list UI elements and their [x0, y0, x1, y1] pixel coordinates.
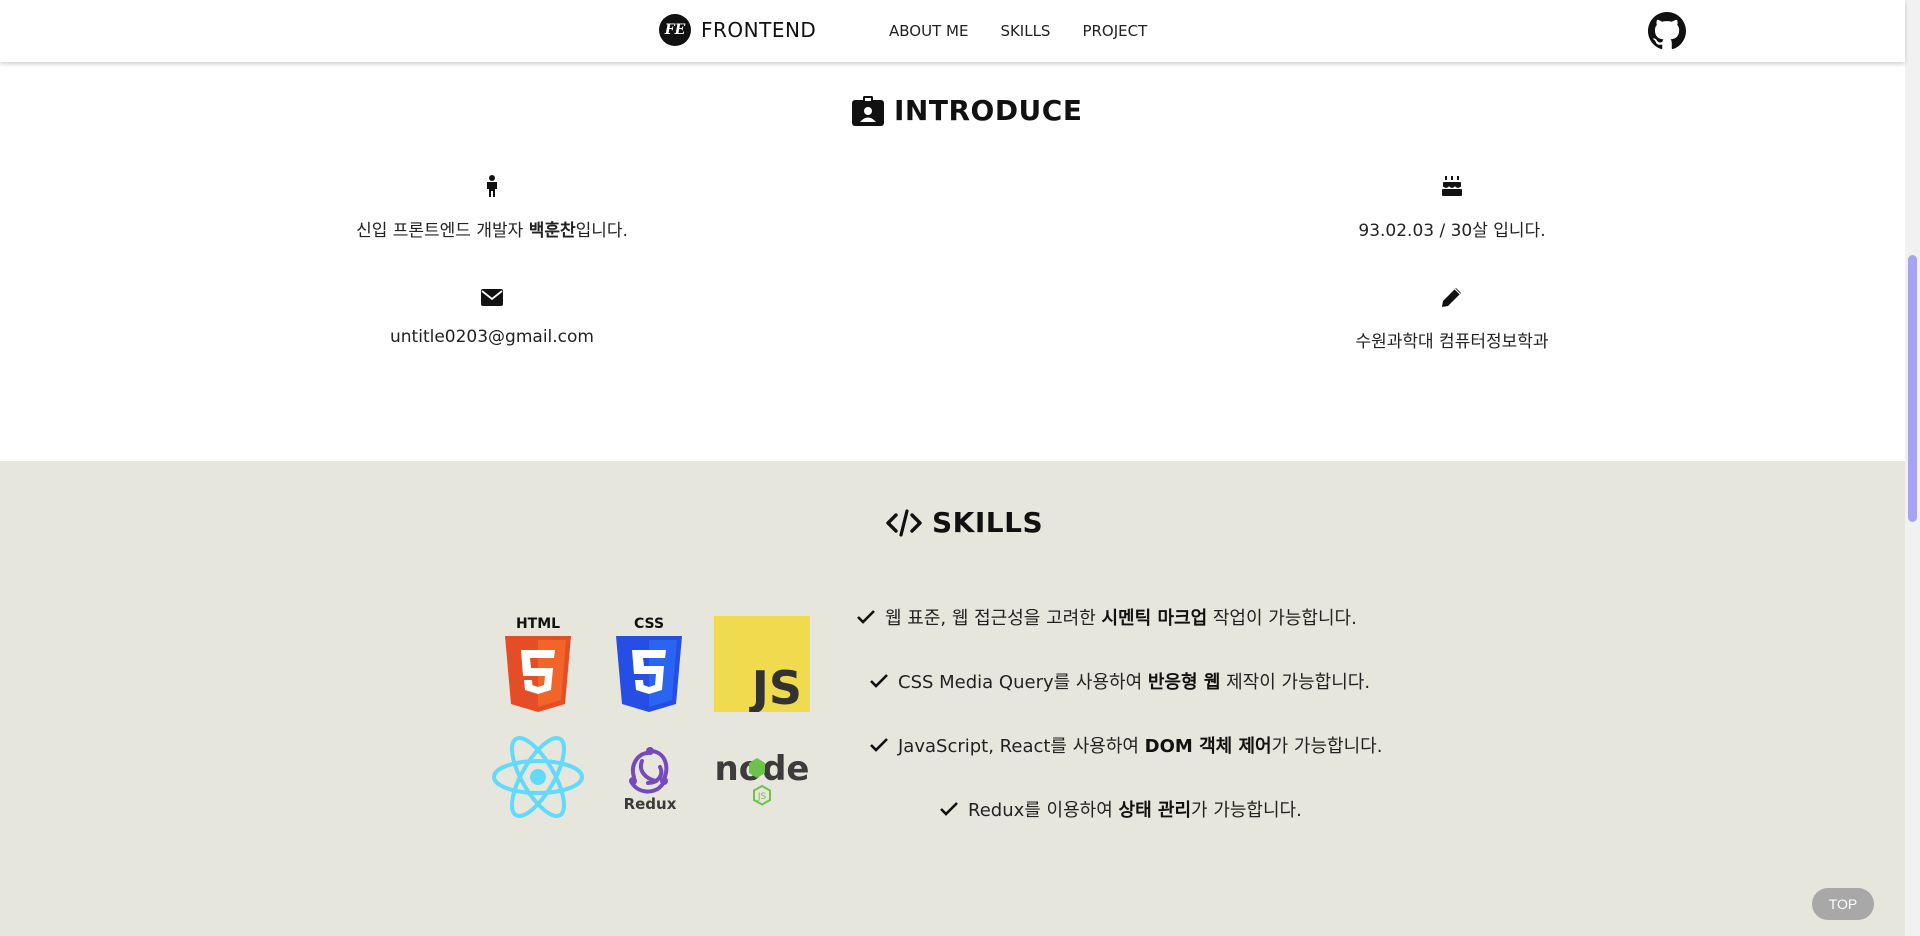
intro-school-text: 수원과학대 컴퓨터정보학과	[1355, 332, 1549, 352]
html5-logo-label: HTML	[516, 616, 560, 632]
introduce-title: INTRODUCE	[894, 94, 1083, 127]
logo-mark: FE	[659, 14, 691, 46]
redux-logo-label: Redux	[624, 795, 677, 813]
home-logo[interactable]: FE FRONTEND	[659, 14, 816, 46]
intro-email-text: untitle0203@gmail.com	[390, 327, 594, 347]
javascript-logo: JS	[714, 616, 810, 716]
person-icon	[487, 175, 497, 197]
nav-project[interactable]: PROJECT	[1082, 22, 1147, 40]
skills-heading: SKILLS	[886, 506, 1043, 539]
main-nav: ABOUT ME SKILLS PROJECT	[889, 22, 1147, 40]
check-icon	[940, 802, 958, 816]
redux-logo: Redux	[620, 743, 680, 817]
introduce-section: INTRODUCE 신입 프론트엔드 개발자 백훈찬입니다. 93.02.03 …	[0, 62, 1905, 461]
introduce-heading: INTRODUCE	[852, 94, 1082, 127]
skill-line-responsive: CSS Media Query를 사용하여 반응형 웹 제작이 가능합니다.	[870, 668, 1370, 694]
javascript-logo-label: JS	[749, 661, 802, 712]
intro-school: 수원과학대 컴퓨터정보학과	[1252, 285, 1652, 352]
site-header: FE FRONTEND ABOUT ME SKILLS PROJECT	[0, 0, 1905, 62]
logo-text: FRONTEND	[701, 18, 817, 42]
page-scrollbar[interactable]	[1905, 0, 1920, 936]
github-icon[interactable]	[1648, 12, 1686, 50]
birthday-cake-icon	[1442, 176, 1462, 196]
css3-logo: CSS	[614, 614, 684, 716]
intro-birth-text: 93.02.03 / 30살 입니다.	[1358, 221, 1546, 241]
check-icon	[857, 610, 875, 624]
scrollbar-thumb[interactable]	[1908, 255, 1917, 522]
intro-name-bold: 백훈찬	[528, 221, 576, 241]
html5-logo: HTML	[503, 614, 573, 716]
css3-logo-label: CSS	[634, 616, 664, 632]
nav-about-me[interactable]: ABOUT ME	[889, 22, 968, 40]
envelope-icon	[481, 288, 503, 306]
skill-line-dom: JavaScript, React를 사용하여 DOM 객체 제어가 가능합니다…	[870, 732, 1382, 758]
skills-section: SKILLS HTML CSS JS Redux JS 웹 표준, 웹 접근성을…	[0, 461, 1905, 936]
top-button[interactable]: TOP	[1812, 888, 1874, 920]
nodejs-logo: node JS	[713, 748, 811, 814]
id-badge-icon	[852, 95, 884, 126]
pencil-icon	[1442, 288, 1461, 307]
nav-skills[interactable]: SKILLS	[1000, 22, 1050, 40]
skill-line-redux: Redux를 이용하여 상태 관리가 가능합니다.	[940, 796, 1302, 822]
intro-birth: 93.02.03 / 30살 입니다.	[1252, 174, 1652, 241]
skills-title: SKILLS	[932, 506, 1044, 539]
skill-line-semantic: 웹 표준, 웹 접근성을 고려한 시멘틱 마크업 작업이 가능합니다.	[857, 604, 1357, 630]
intro-name: 신입 프론트엔드 개발자 백훈찬입니다.	[292, 174, 692, 241]
intro-email: untitle0203@gmail.com	[292, 285, 692, 347]
check-icon	[870, 738, 888, 752]
check-icon	[870, 674, 888, 688]
react-logo	[490, 734, 586, 824]
code-icon	[886, 508, 922, 537]
intro-name-text: 신입 프론트엔드 개발자 백훈찬입니다.	[356, 221, 628, 241]
nodejs-logo-sublabel: JS	[757, 792, 767, 802]
